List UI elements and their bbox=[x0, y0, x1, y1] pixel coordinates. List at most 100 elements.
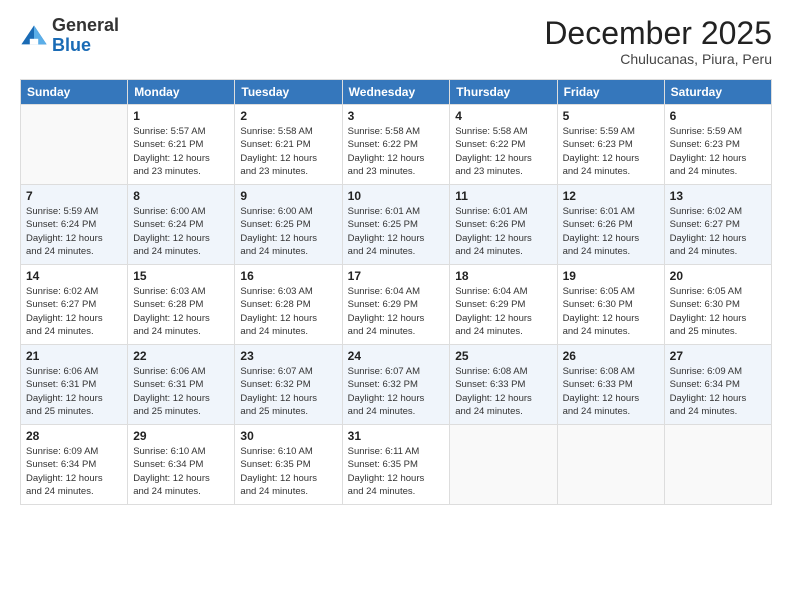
day-number: 1 bbox=[133, 109, 229, 123]
table-row: 24Sunrise: 6:07 AMSunset: 6:32 PMDayligh… bbox=[342, 345, 450, 425]
day-number: 30 bbox=[240, 429, 336, 443]
day-info: Sunrise: 5:58 AMSunset: 6:21 PMDaylight:… bbox=[240, 125, 336, 178]
day-info: Sunrise: 5:59 AMSunset: 6:23 PMDaylight:… bbox=[670, 125, 766, 178]
day-number: 29 bbox=[133, 429, 229, 443]
table-row: 7 Sunrise: 5:59 AMSunset: 6:24 PMDaylight… bbox=[21, 185, 128, 265]
day-info: Sunrise: 6:09 AMSunset: 6:34 PMDaylight:… bbox=[26, 445, 122, 498]
day-number: 24 bbox=[348, 349, 445, 363]
table-row: 30Sunrise: 6:10 AMSunset: 6:35 PMDayligh… bbox=[235, 425, 342, 505]
table-row: 18 Sunrise: 6:04 AMSunset: 6:29 PMDayligh… bbox=[450, 265, 557, 345]
header-thursday: Thursday bbox=[450, 80, 557, 105]
day-number: 13 bbox=[670, 189, 766, 203]
day-number: 22 bbox=[133, 349, 229, 363]
day-number: 26 bbox=[563, 349, 659, 363]
table-row: 10 Sunrise: 6:01 AMSunset: 6:25 PMDayligh… bbox=[342, 185, 450, 265]
day-number: 21 bbox=[26, 349, 122, 363]
table-row: 23 Sunrise: 6:07 AMSunset: 6:32 PMDayligh… bbox=[235, 345, 342, 425]
table-row bbox=[557, 425, 664, 505]
day-info: Sunrise: 6:01 AMSunset: 6:26 PMDaylight:… bbox=[455, 205, 551, 258]
header-sunday: Sunday bbox=[21, 80, 128, 105]
calendar-week-row: 7 Sunrise: 5:59 AMSunset: 6:24 PMDaylight… bbox=[21, 185, 772, 265]
table-row: 28 Sunrise: 6:09 AMSunset: 6:34 PMDayligh… bbox=[21, 425, 128, 505]
day-number: 4 bbox=[455, 109, 551, 123]
day-number: 28 bbox=[26, 429, 122, 443]
table-row: 11Sunrise: 6:01 AMSunset: 6:26 PMDayligh… bbox=[450, 185, 557, 265]
page-header: General Blue December 2025 Chulucanas, P… bbox=[20, 16, 772, 67]
table-row: 5 Sunrise: 5:59 AMSunset: 6:23 PMDaylight… bbox=[557, 105, 664, 185]
day-info: Sunrise: 6:05 AMSunset: 6:30 PMDaylight:… bbox=[563, 285, 659, 338]
table-row: 8Sunrise: 6:00 AMSunset: 6:24 PMDaylight… bbox=[128, 185, 235, 265]
header-monday: Monday bbox=[128, 80, 235, 105]
day-info: Sunrise: 6:09 AMSunset: 6:34 PMDaylight:… bbox=[670, 365, 766, 418]
day-number: 25 bbox=[455, 349, 551, 363]
table-row: 22 Sunrise: 6:06 AMSunset: 6:31 PMDayligh… bbox=[128, 345, 235, 425]
day-info: Sunrise: 6:00 AMSunset: 6:24 PMDaylight:… bbox=[133, 205, 229, 258]
day-number: 12 bbox=[563, 189, 659, 203]
day-info: Sunrise: 6:04 AMSunset: 6:29 PMDaylight:… bbox=[455, 285, 551, 338]
day-number: 27 bbox=[670, 349, 766, 363]
table-row bbox=[450, 425, 557, 505]
day-number: 31 bbox=[348, 429, 445, 443]
table-row: 4 Sunrise: 5:58 AMSunset: 6:22 PMDaylight… bbox=[450, 105, 557, 185]
day-number: 5 bbox=[563, 109, 659, 123]
day-number: 16 bbox=[240, 269, 336, 283]
day-number: 23 bbox=[240, 349, 336, 363]
day-info: Sunrise: 5:59 AMSunset: 6:23 PMDaylight:… bbox=[563, 125, 659, 178]
day-info: Sunrise: 6:01 AMSunset: 6:25 PMDaylight:… bbox=[348, 205, 445, 258]
table-row: 12Sunrise: 6:01 AMSunset: 6:26 PMDayligh… bbox=[557, 185, 664, 265]
logo: General Blue bbox=[20, 16, 119, 56]
day-number: 6 bbox=[670, 109, 766, 123]
day-info: Sunrise: 6:04 AMSunset: 6:29 PMDaylight:… bbox=[348, 285, 445, 338]
header-saturday: Saturday bbox=[664, 80, 771, 105]
day-info: Sunrise: 5:58 AMSunset: 6:22 PMDaylight:… bbox=[348, 125, 445, 178]
day-number: 18 bbox=[455, 269, 551, 283]
calendar-week-row: 28 Sunrise: 6:09 AMSunset: 6:34 PMDayligh… bbox=[21, 425, 772, 505]
table-row: 27 Sunrise: 6:09 AMSunset: 6:34 PMDayligh… bbox=[664, 345, 771, 425]
weekday-header-row: Sunday Monday Tuesday Wednesday Thursday… bbox=[21, 80, 772, 105]
day-info: Sunrise: 5:58 AMSunset: 6:22 PMDaylight:… bbox=[455, 125, 551, 178]
table-row: 13Sunrise: 6:02 AMSunset: 6:27 PMDayligh… bbox=[664, 185, 771, 265]
day-number: 7 bbox=[26, 189, 122, 203]
day-number: 10 bbox=[348, 189, 445, 203]
title-block: December 2025 Chulucanas, Piura, Peru bbox=[544, 16, 772, 67]
table-row: 3 Sunrise: 5:58 AMSunset: 6:22 PMDaylight… bbox=[342, 105, 450, 185]
day-number: 19 bbox=[563, 269, 659, 283]
day-number: 20 bbox=[670, 269, 766, 283]
calendar-week-row: 14 Sunrise: 6:02 AMSunset: 6:27 PMDayligh… bbox=[21, 265, 772, 345]
table-row: 20Sunrise: 6:05 AMSunset: 6:30 PMDayligh… bbox=[664, 265, 771, 345]
calendar-week-row: 1 Sunrise: 5:57 AMSunset: 6:21 PMDaylight… bbox=[21, 105, 772, 185]
table-row: 15 Sunrise: 6:03 AMSunset: 6:28 PMDayligh… bbox=[128, 265, 235, 345]
calendar-week-row: 21 Sunrise: 6:06 AMSunset: 6:31 PMDayligh… bbox=[21, 345, 772, 425]
table-row: 29Sunrise: 6:10 AMSunset: 6:34 PMDayligh… bbox=[128, 425, 235, 505]
calendar-table: Sunday Monday Tuesday Wednesday Thursday… bbox=[20, 79, 772, 505]
table-row: 9Sunrise: 6:00 AMSunset: 6:25 PMDaylight… bbox=[235, 185, 342, 265]
day-info: Sunrise: 6:11 AMSunset: 6:35 PMDaylight:… bbox=[348, 445, 445, 498]
table-row: 26 Sunrise: 6:08 AMSunset: 6:33 PMDayligh… bbox=[557, 345, 664, 425]
day-info: Sunrise: 6:02 AMSunset: 6:27 PMDaylight:… bbox=[26, 285, 122, 338]
table-row: 1 Sunrise: 5:57 AMSunset: 6:21 PMDaylight… bbox=[128, 105, 235, 185]
day-info: Sunrise: 6:06 AMSunset: 6:31 PMDaylight:… bbox=[133, 365, 229, 418]
table-row: 21 Sunrise: 6:06 AMSunset: 6:31 PMDayligh… bbox=[21, 345, 128, 425]
day-info: Sunrise: 6:06 AMSunset: 6:31 PMDaylight:… bbox=[26, 365, 122, 418]
logo-general-text: General bbox=[52, 15, 119, 35]
table-row: 14 Sunrise: 6:02 AMSunset: 6:27 PMDayligh… bbox=[21, 265, 128, 345]
header-friday: Friday bbox=[557, 80, 664, 105]
day-info: Sunrise: 5:57 AMSunset: 6:21 PMDaylight:… bbox=[133, 125, 229, 178]
day-info: Sunrise: 6:03 AMSunset: 6:28 PMDaylight:… bbox=[133, 285, 229, 338]
day-info: Sunrise: 6:08 AMSunset: 6:33 PMDaylight:… bbox=[563, 365, 659, 418]
day-number: 15 bbox=[133, 269, 229, 283]
table-row: 2 Sunrise: 5:58 AMSunset: 6:21 PMDaylight… bbox=[235, 105, 342, 185]
day-info: Sunrise: 6:07 AMSunset: 6:32 PMDaylight:… bbox=[240, 365, 336, 418]
day-number: 2 bbox=[240, 109, 336, 123]
day-number: 14 bbox=[26, 269, 122, 283]
logo-blue-text: Blue bbox=[52, 35, 91, 55]
header-tuesday: Tuesday bbox=[235, 80, 342, 105]
location-subtitle: Chulucanas, Piura, Peru bbox=[544, 51, 772, 67]
day-info: Sunrise: 5:59 AMSunset: 6:24 PMDaylight:… bbox=[26, 205, 122, 258]
table-row: 31 Sunrise: 6:11 AMSunset: 6:35 PMDayligh… bbox=[342, 425, 450, 505]
logo-icon bbox=[20, 22, 48, 50]
header-wednesday: Wednesday bbox=[342, 80, 450, 105]
day-number: 3 bbox=[348, 109, 445, 123]
day-info: Sunrise: 6:08 AMSunset: 6:33 PMDaylight:… bbox=[455, 365, 551, 418]
day-info: Sunrise: 6:00 AMSunset: 6:25 PMDaylight:… bbox=[240, 205, 336, 258]
